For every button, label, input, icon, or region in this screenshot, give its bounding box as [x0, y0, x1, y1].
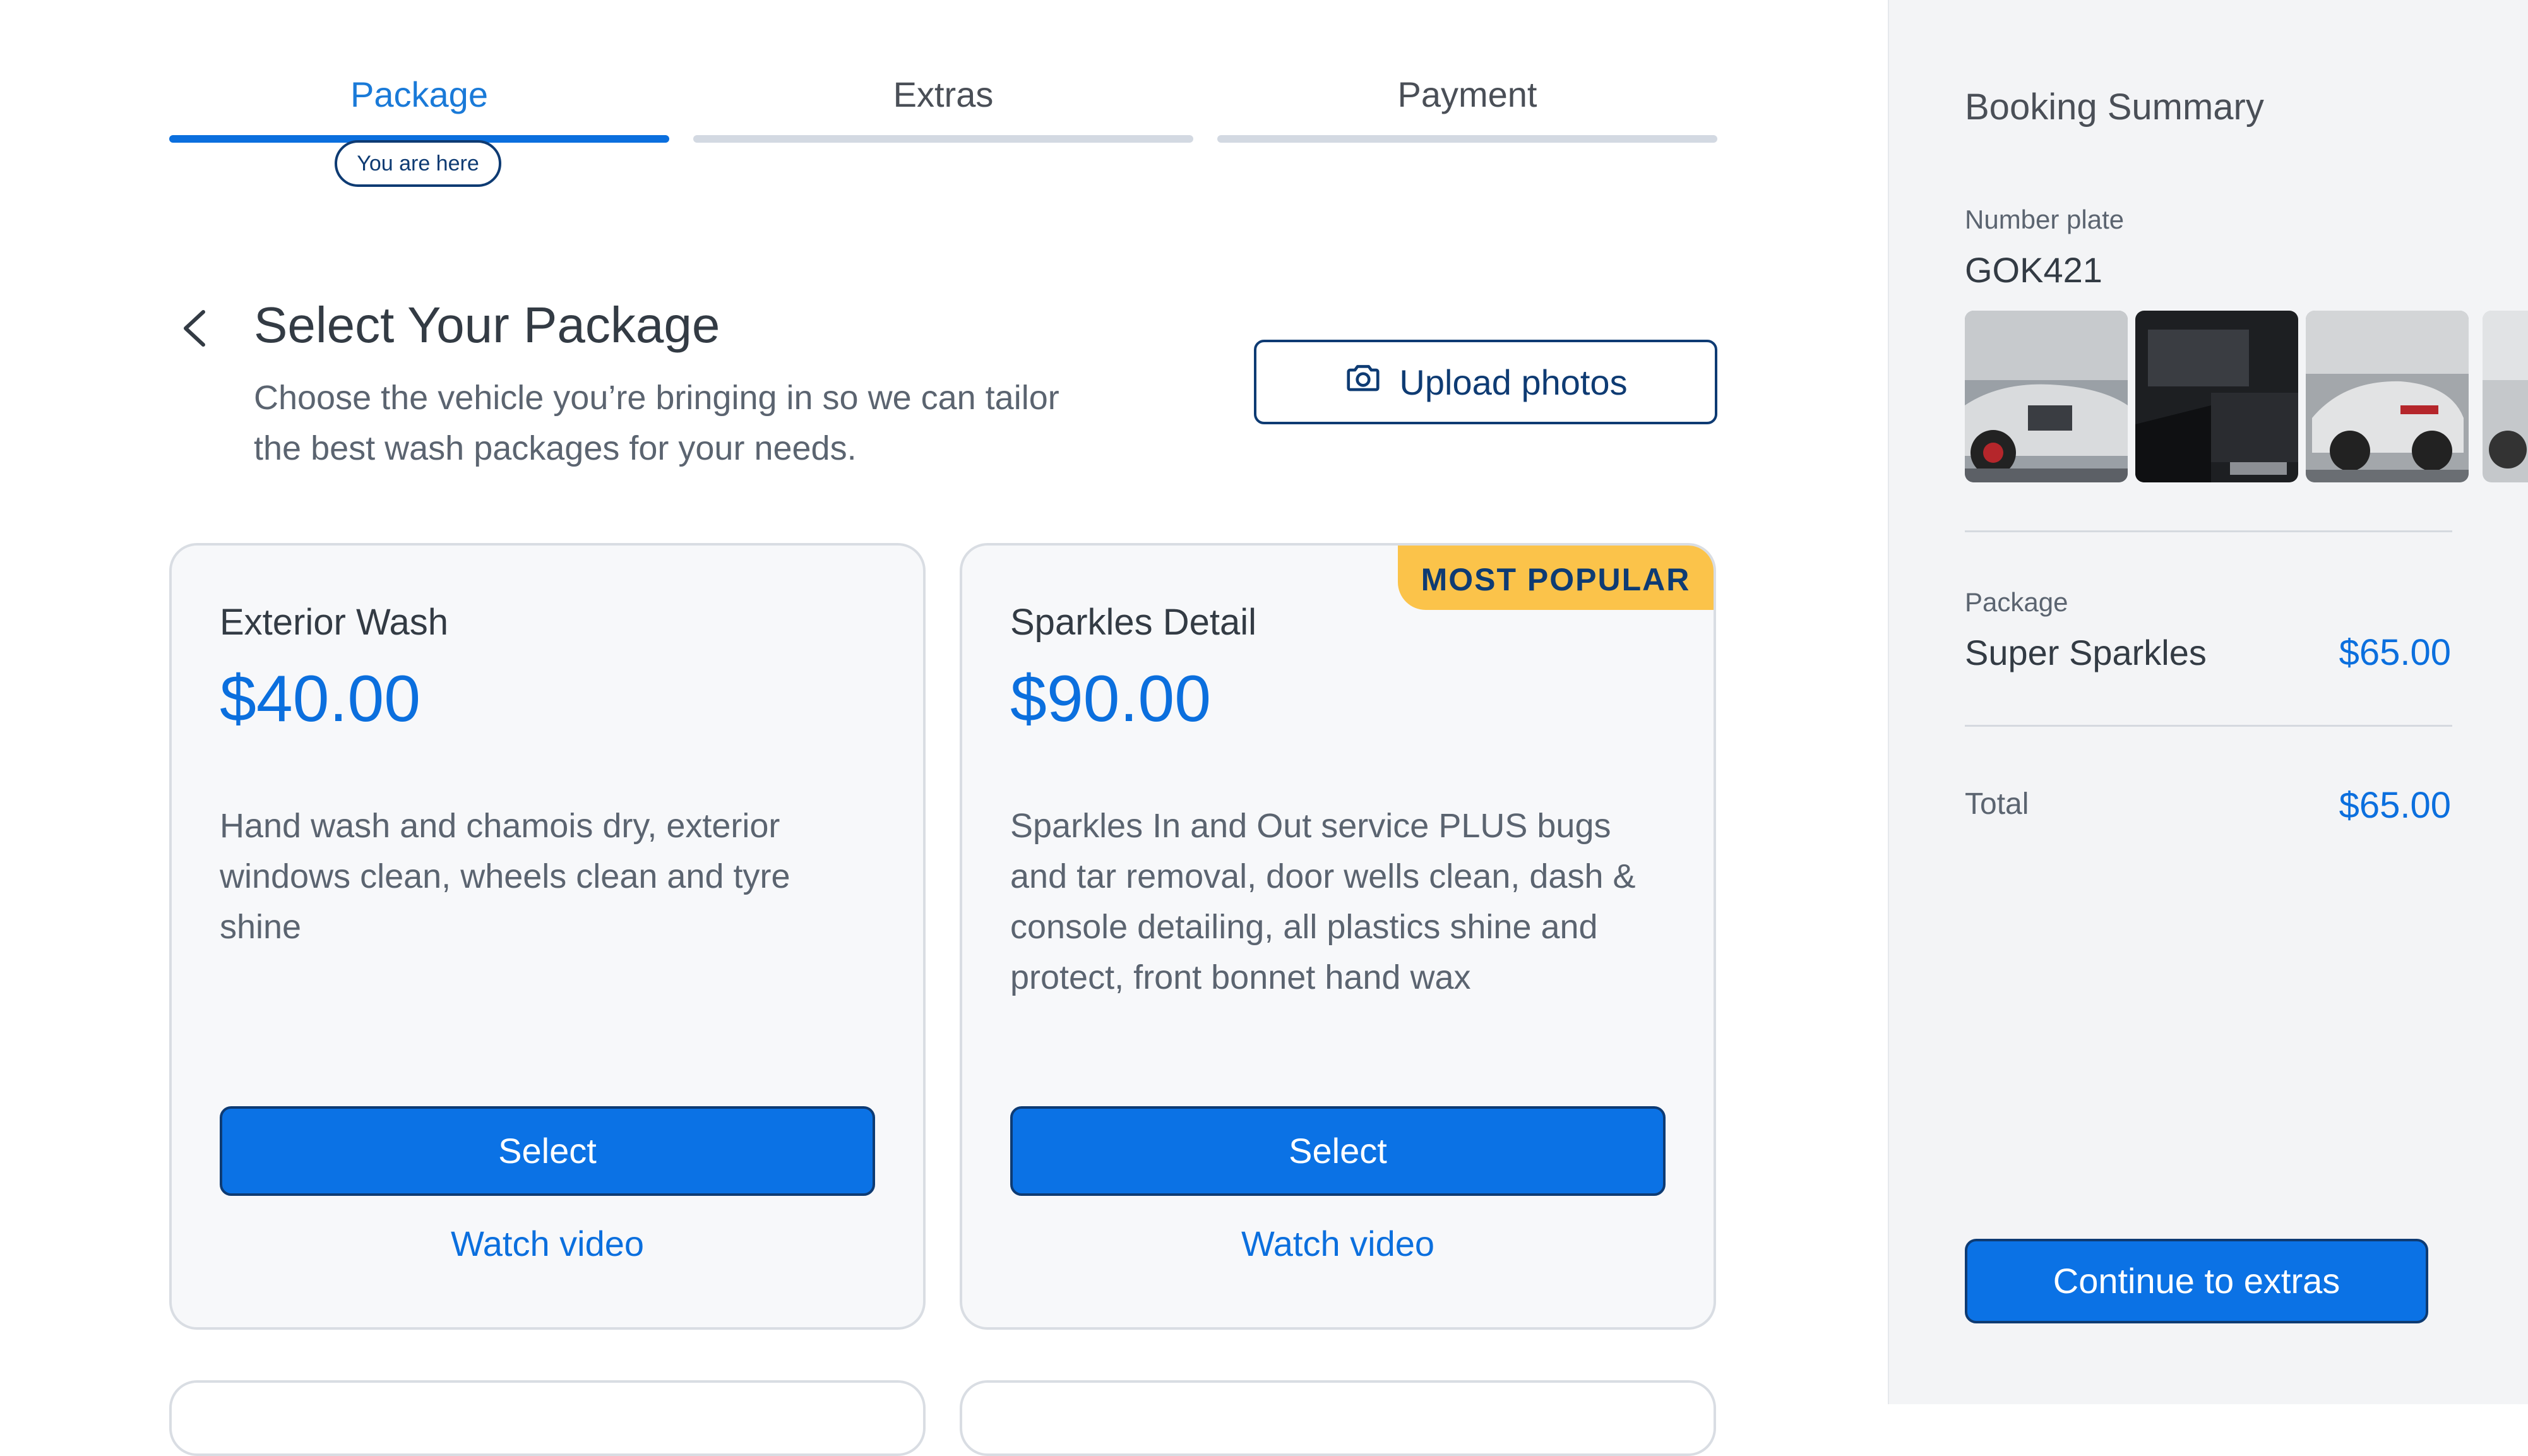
summary-divider [1965, 530, 2452, 532]
chevron-left-icon [181, 308, 208, 352]
booking-summary-panel: Booking Summary Number plate GOK421 Pack… [1888, 0, 2528, 1404]
camera-icon [1344, 359, 1383, 406]
package-label: Package [1965, 587, 2068, 617]
vehicle-photo-thumbnail[interactable] [2483, 311, 2528, 482]
package-description: Sparkles In and Out service PLUS bugs an… [1010, 807, 1636, 996]
watch-video-link[interactable]: Watch video [1010, 1219, 1666, 1269]
selected-package-price: $65.00 [2339, 632, 2451, 673]
step-package-label: Package [350, 75, 488, 114]
page-header: Select Your Package Choose the vehicle y… [169, 290, 1717, 480]
total-price: $65.00 [2339, 785, 2451, 826]
package-card-exterior-wash: Exterior Wash $40.00 Hand wash and chamo… [169, 543, 926, 1330]
upload-photos-button[interactable]: Upload photos [1254, 340, 1717, 424]
upload-photos-label: Upload photos [1399, 362, 1628, 402]
package-name: Exterior Wash [220, 602, 449, 643]
main-content: Package Extras Payment You are here Sele… [0, 0, 1888, 1456]
select-package-button[interactable]: Select [1010, 1106, 1666, 1196]
package-price: $90.00 [1010, 662, 1212, 736]
number-plate-label: Number plate [1965, 205, 2125, 234]
vehicle-photo-thumbnail[interactable] [2135, 311, 2298, 482]
package-card-partial [169, 1380, 926, 1456]
number-plate-value: GOK421 [1965, 250, 2102, 290]
vehicle-photo-strip [1965, 311, 2528, 482]
package-description: Hand wash and chamois dry, exterior wind… [220, 807, 790, 946]
page-title: Select Your Package [254, 297, 720, 353]
package-card-partial [960, 1380, 1716, 1456]
watch-video-link[interactable]: Watch video [220, 1219, 875, 1269]
progress-stepper: Package Extras Payment You are here [169, 69, 1717, 196]
select-package-button[interactable]: Select [220, 1106, 875, 1196]
step-payment-label: Payment [1397, 75, 1537, 114]
selected-package-name: Super Sparkles [1965, 633, 2207, 672]
step-extras[interactable]: Extras [693, 69, 1193, 158]
page-subtitle: Choose the vehicle you’re bringing in so… [254, 379, 1059, 467]
step-payment-bar [1217, 135, 1717, 143]
step-extras-label: Extras [893, 75, 994, 114]
summary-title: Booking Summary [1965, 87, 2264, 128]
continue-to-extras-button[interactable]: Continue to extras [1965, 1239, 2428, 1323]
package-price: $40.00 [220, 662, 421, 736]
step-extras-bar [693, 135, 1193, 143]
package-name: Sparkles Detail [1010, 602, 1257, 643]
step-payment[interactable]: Payment [1217, 69, 1717, 158]
package-card-sparkles-detail: MOST POPULAR Sparkles Detail $90.00 Spar… [960, 543, 1716, 1330]
total-label: Total [1965, 787, 2029, 821]
summary-divider [1965, 725, 2452, 727]
back-button[interactable] [169, 304, 220, 355]
vehicle-photo-thumbnail[interactable] [2306, 311, 2469, 482]
vehicle-photo-thumbnail[interactable] [1965, 311, 2128, 482]
current-step-indicator: You are here [335, 140, 501, 187]
most-popular-badge: MOST POPULAR [1398, 546, 1714, 610]
